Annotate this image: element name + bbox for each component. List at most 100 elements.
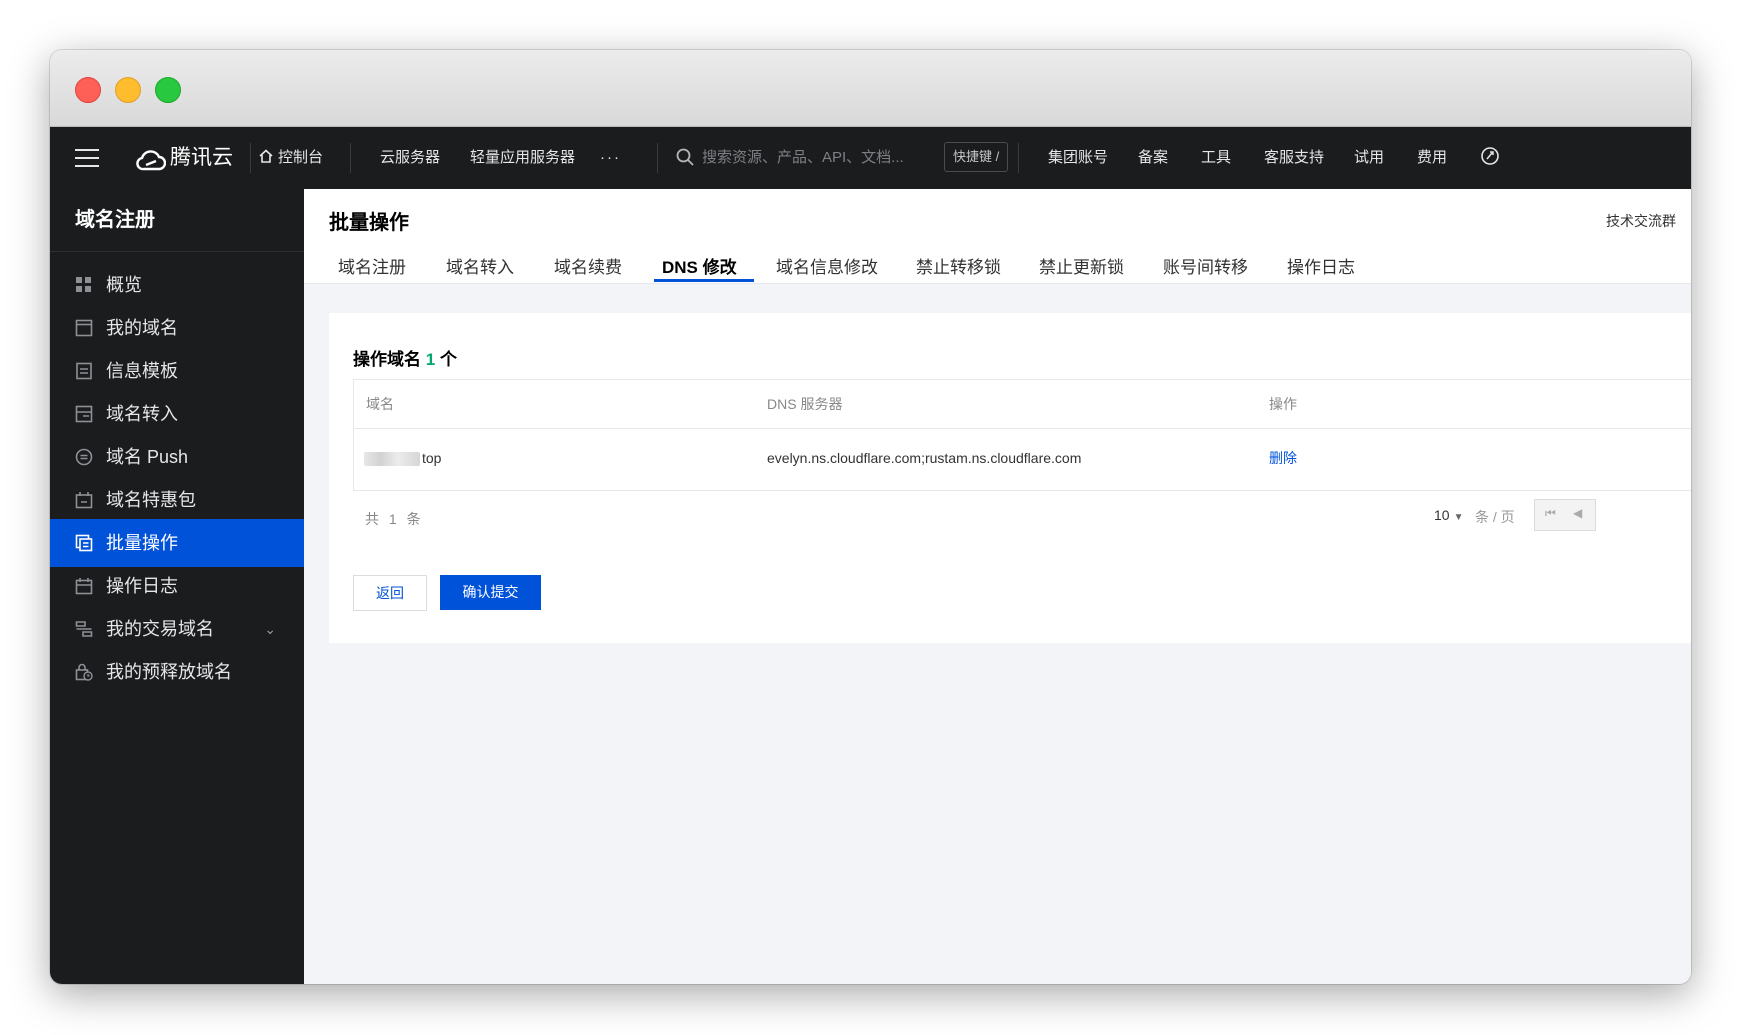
batch-icon [75, 534, 93, 552]
delete-link[interactable]: 删除 [1269, 428, 1297, 488]
back-button[interactable]: 返回 [353, 575, 427, 611]
sidebar-item-label: 域名 Push [106, 447, 189, 467]
nav-link-tools[interactable]: 工具 [1201, 127, 1231, 189]
column-header-domain: 域名 [366, 396, 394, 412]
calendar-icon [75, 578, 93, 595]
page-size-select[interactable]: 10 ▼ [1434, 507, 1463, 523]
top-navigation: 腾讯云 控制台 云服务器 轻量应用服务器 ··· 搜索资源、产品、API、文档.… [50, 127, 1691, 189]
table-header: 域名 DNS 服务器 操作 [354, 380, 1691, 429]
nav-link-icp[interactable]: 备案 [1138, 127, 1168, 189]
maximize-window-button[interactable] [155, 77, 181, 103]
console-label: 控制台 [278, 149, 324, 166]
sidebar-item-overview[interactable]: 概览 [50, 261, 304, 309]
user-circle-icon [1481, 147, 1499, 165]
sidebar: 域名注册 概览 我的域名 信息模板 域名转入 域名 Push 域名特惠包 批量操… [50, 189, 304, 984]
search-input[interactable]: 搜索资源、产品、API、文档... [702, 149, 904, 166]
document-icon [76, 362, 92, 380]
nav-link-trial[interactable]: 试用 [1354, 127, 1384, 189]
shortcut-badge[interactable]: 快捷键 / [944, 142, 1009, 172]
tech-group-link[interactable]: 技术交流群 [1606, 211, 1676, 231]
card-title: 操作域名 1 个 [353, 345, 457, 370]
divider [250, 143, 251, 173]
sidebar-item-templates[interactable]: 信息模板 [50, 347, 304, 395]
domain-suffix: top [422, 450, 442, 466]
domain-count: 1 [425, 350, 436, 369]
card-title-label: 操作域名 [353, 350, 421, 369]
tab-register[interactable]: 域名注册 [338, 253, 406, 278]
account-avatar[interactable] [1480, 127, 1500, 189]
per-page-label: 条 / 页 [1475, 509, 1515, 525]
minimize-window-button[interactable] [115, 77, 141, 103]
divider [657, 143, 658, 173]
tab-transfer-lock[interactable]: 禁止转移锁 [916, 253, 1001, 278]
tab-renew[interactable]: 域名续费 [554, 253, 622, 278]
tab-transfer-in[interactable]: 域名转入 [446, 253, 514, 278]
dns-cell: evelyn.ns.cloudflare.com;rustam.ns.cloud… [767, 450, 1082, 466]
logo-text: 腾讯云 [170, 146, 233, 169]
sidebar-item-label: 域名特惠包 [106, 490, 196, 510]
sidebar-item-pre-release[interactable]: 我的预释放域名 [50, 648, 304, 696]
sidebar-item-label: 批量操作 [106, 533, 178, 553]
nav-link-lighthouse[interactable]: 轻量应用服务器 [470, 127, 575, 189]
cloud-logo-icon [136, 150, 167, 171]
domain-table: 域名 DNS 服务器 操作 top evelyn.ns.cloudflare.c… [353, 379, 1691, 491]
tab-operation-log[interactable]: 操作日志 [1287, 253, 1355, 278]
domain-cell: top [364, 428, 441, 488]
sidebar-item-logs[interactable]: 操作日志 [50, 562, 304, 610]
close-window-button[interactable] [75, 77, 101, 103]
sidebar-item-label: 域名转入 [106, 404, 178, 424]
sidebar-item-trade-domains[interactable]: 我的交易域名 ⌄ [50, 605, 304, 653]
pagination: ⏮ ◀ [1534, 499, 1596, 531]
redacted-domain [364, 452, 420, 467]
prev-page-icon[interactable]: ◀ [1573, 506, 1582, 520]
window-titlebar [50, 50, 1691, 127]
window-icon [75, 319, 93, 337]
active-tab-indicator [654, 279, 754, 282]
chevron-down-icon[interactable]: ⌄ [264, 605, 276, 653]
column-header-action: 操作 [1269, 396, 1297, 412]
logo[interactable]: 腾讯云 [136, 127, 233, 189]
sidebar-item-label: 我的交易域名 [106, 619, 214, 639]
push-icon [75, 448, 93, 466]
dashboard-grid-icon [76, 277, 91, 292]
trade-icon [75, 621, 93, 637]
sidebar-item-label: 概览 [106, 275, 142, 295]
nav-link-support[interactable]: 客服支持 [1264, 127, 1324, 189]
card-title-unit: 个 [439, 350, 457, 369]
nav-link-cvm[interactable]: 云服务器 [380, 127, 440, 189]
submit-button[interactable]: 确认提交 [440, 575, 541, 610]
sidebar-item-transfer-in[interactable]: 域名转入 [50, 390, 304, 438]
search-box[interactable]: 搜索资源、产品、API、文档... [676, 127, 904, 189]
caret-down-icon: ▼ [1453, 512, 1464, 523]
page-header: 批量操作 技术交流群 域名注册 域名转入 域名续费 DNS 修改 域名信息修改 … [304, 189, 1691, 284]
tab-account-transfer[interactable]: 账号间转移 [1163, 253, 1248, 278]
sidebar-item-package[interactable]: 域名特惠包 [50, 476, 304, 524]
gift-icon [75, 492, 93, 509]
sidebar-item-push[interactable]: 域名 Push [50, 433, 304, 481]
sidebar-item-label: 信息模板 [106, 361, 178, 381]
sidebar-item-batch[interactable]: 批量操作 [50, 519, 304, 567]
first-page-icon[interactable]: ⏮ [1545, 506, 1556, 521]
column-header-dns: DNS 服务器 [767, 396, 843, 412]
browser-window: 腾讯云 控制台 云服务器 轻量应用服务器 ··· 搜索资源、产品、API、文档.… [50, 50, 1691, 984]
tab-update-lock[interactable]: 禁止更新锁 [1039, 253, 1124, 278]
home-icon [259, 149, 273, 163]
menu-icon[interactable] [75, 149, 99, 167]
console-link[interactable]: 控制台 [258, 127, 323, 189]
divider [1018, 143, 1019, 173]
divider [350, 143, 351, 173]
lock-clock-icon [75, 663, 93, 681]
search-icon [676, 148, 694, 166]
nav-link-billing[interactable]: 费用 [1417, 127, 1447, 189]
more-menu-button[interactable]: ··· [600, 127, 621, 189]
sidebar-item-my-domains[interactable]: 我的域名 [50, 304, 304, 352]
page-size-value: 10 [1434, 507, 1450, 523]
tab-info-modify[interactable]: 域名信息修改 [776, 253, 878, 278]
main-content: 批量操作 技术交流群 域名注册 域名转入 域名续费 DNS 修改 域名信息修改 … [304, 189, 1691, 984]
nav-link-group-account[interactable]: 集团账号 [1048, 127, 1108, 189]
sidebar-title: 域名注册 [50, 189, 304, 252]
transfer-icon [75, 405, 93, 423]
total-count: 共 1 条 [365, 511, 424, 527]
sidebar-item-label: 我的预释放域名 [106, 662, 232, 682]
tab-dns-modify[interactable]: DNS 修改 [662, 253, 737, 278]
